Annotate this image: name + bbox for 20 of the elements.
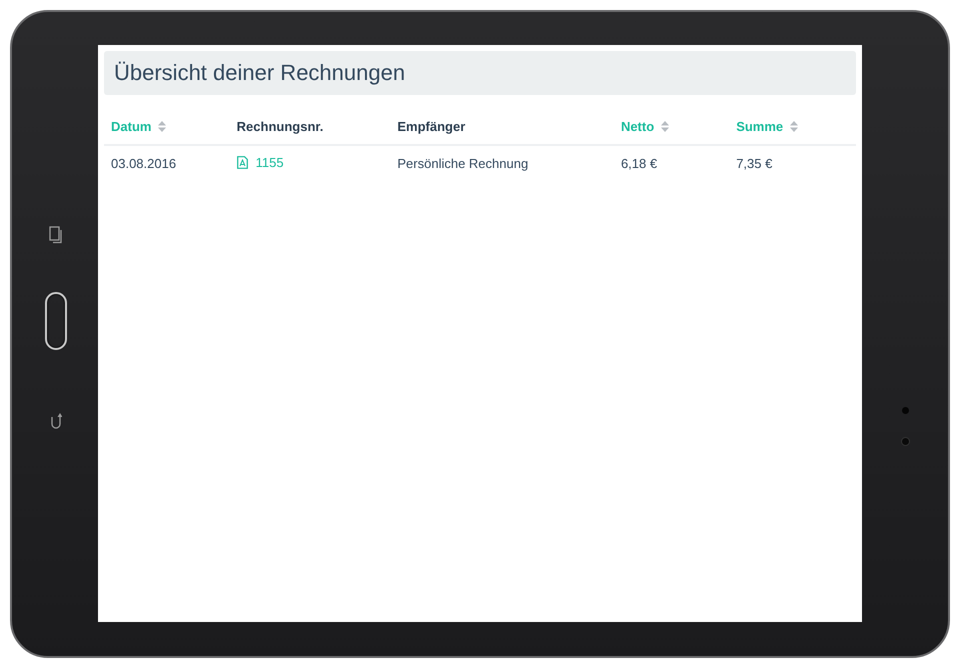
camera-lens — [900, 437, 910, 446]
table-cell: 7,35 € — [736, 156, 772, 171]
table-cell: 03.08.2016 — [111, 156, 176, 171]
column-header: Empfänger — [397, 119, 466, 134]
column-header: Rechnungsnr. — [236, 119, 324, 134]
table-cell: Persönliche Rechnung — [397, 156, 528, 171]
column-header[interactable]: Datum — [111, 119, 166, 134]
column-header[interactable]: Summe — [736, 119, 798, 134]
sort-icon — [790, 121, 798, 132]
invoice-link[interactable]: 1155 — [236, 155, 284, 170]
sort-icon — [158, 121, 166, 132]
column-header[interactable]: Netto — [620, 119, 670, 134]
sort-icon — [661, 121, 670, 132]
page-title: Übersicht deiner Rechnungen — [114, 61, 406, 85]
table-cell: 6,18 € — [620, 156, 658, 171]
home-button[interactable] — [45, 292, 67, 350]
back-icon[interactable] — [50, 412, 62, 430]
sensor-dot — [902, 407, 908, 414]
recent-apps-icon[interactable] — [49, 226, 63, 244]
pdf-file-icon — [236, 156, 248, 169]
